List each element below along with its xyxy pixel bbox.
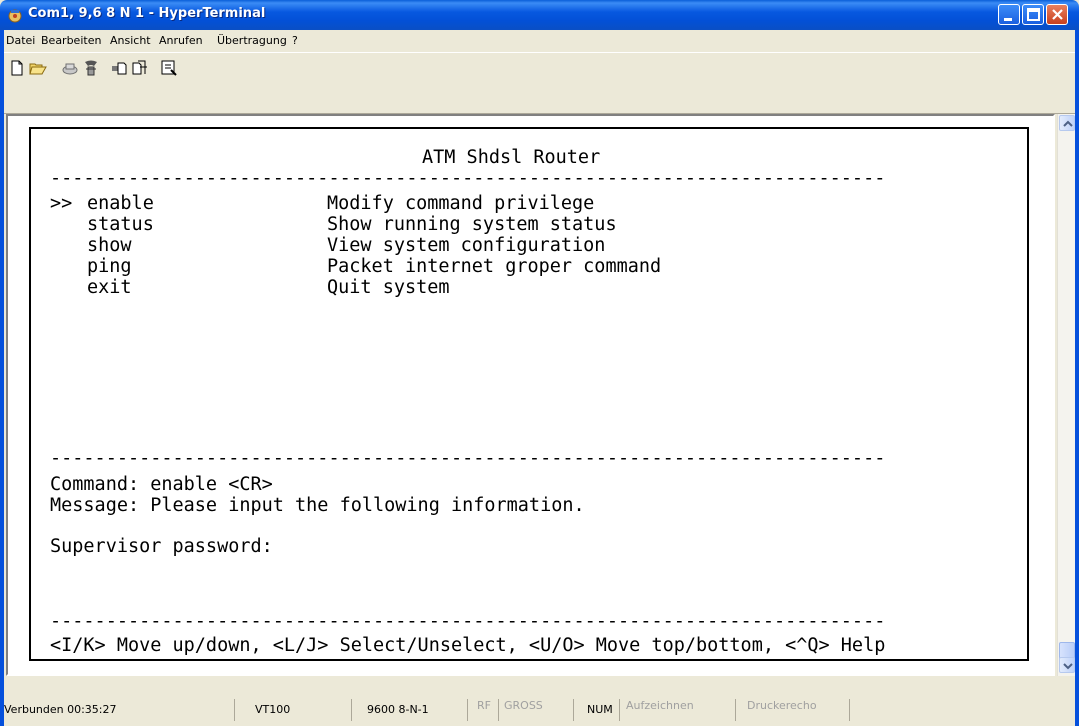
command-description: Show running system status — [327, 214, 617, 235]
window-title: Com1, 9,6 8 N 1 - HyperTerminal — [28, 6, 266, 21]
status-connected: Verbunden 00:35:27 — [4, 703, 117, 716]
password-prompt[interactable]: Supervisor password: — [50, 536, 273, 558]
new-icon[interactable] — [8, 59, 26, 77]
window-frame-left — [0, 30, 4, 726]
disconnect-icon[interactable] — [82, 59, 100, 77]
command-name[interactable]: ping — [87, 256, 132, 278]
message-line: Message: Please input the following info… — [50, 495, 585, 516]
status-bar: Verbunden 00:35:27 VT100 9600 8-N-1 RF G… — [4, 678, 1075, 726]
menu-anrufen[interactable]: Anrufen — [159, 34, 203, 47]
status-port-settings: 9600 8-N-1 — [367, 703, 429, 716]
terminal-screen[interactable]: ATM Shdsl Router -----------------------… — [29, 127, 1029, 661]
scroll-up-button[interactable] — [1059, 115, 1075, 131]
status-divider — [498, 699, 499, 721]
toolbar — [4, 52, 1075, 114]
status-divider — [619, 699, 620, 721]
separator-line: ----------------------------------------… — [50, 611, 886, 632]
maximize-button[interactable] — [1022, 4, 1044, 25]
menu-datei[interactable]: Datei — [6, 34, 35, 47]
menu-bearbeiten[interactable]: Bearbeiten — [41, 34, 101, 47]
status-divider — [573, 699, 574, 721]
menu-selector: >> — [50, 193, 73, 214]
receive-icon[interactable] — [131, 59, 149, 77]
menu-help[interactable]: ? — [292, 34, 298, 47]
maximize-icon — [1027, 8, 1040, 21]
arrow-up-icon — [1063, 120, 1073, 127]
status-num: NUM — [587, 703, 613, 716]
minimize-icon — [1004, 18, 1012, 21]
arrow-down-icon — [1063, 663, 1073, 670]
menu-uebertragung[interactable]: Übertragung — [217, 34, 287, 47]
command-name[interactable]: status — [87, 214, 154, 236]
status-divider — [849, 699, 850, 721]
close-icon — [1052, 9, 1063, 20]
terminal-window[interactable]: ATM Shdsl Router -----------------------… — [6, 114, 1055, 676]
separator-line: ----------------------------------------… — [50, 448, 886, 469]
status-gross: GROSS — [504, 699, 543, 712]
menu-ansicht[interactable]: Ansicht — [110, 34, 151, 47]
command-description: Modify command privilege — [327, 193, 595, 214]
connect-icon[interactable] — [61, 59, 79, 77]
minimize-button[interactable] — [998, 4, 1020, 25]
command-name[interactable]: enable — [87, 193, 154, 215]
status-emulation: VT100 — [255, 703, 291, 716]
close-button[interactable] — [1046, 4, 1068, 25]
window-frame-right — [1075, 30, 1079, 726]
command-line: Command: enable <CR> — [50, 474, 273, 495]
open-icon[interactable] — [29, 59, 47, 77]
properties-icon[interactable] — [160, 59, 178, 77]
command-name[interactable]: exit — [87, 277, 132, 299]
status-divider — [735, 699, 736, 721]
status-print-echo: Druckerecho — [747, 699, 817, 712]
scroll-down-button[interactable] — [1059, 657, 1075, 673]
status-divider — [467, 699, 468, 721]
send-icon[interactable] — [110, 59, 128, 77]
command-description: Packet internet groper command — [327, 256, 662, 277]
status-rf: RF — [477, 699, 491, 712]
command-description: Quit system — [327, 277, 450, 298]
status-divider — [351, 699, 352, 721]
separator-line: ----------------------------------------… — [50, 168, 886, 189]
hyperterminal-icon — [8, 9, 22, 23]
command-description: View system configuration — [327, 235, 606, 256]
title-bar[interactable]: Com1, 9,6 8 N 1 - HyperTerminal — [0, 0, 1079, 30]
vertical-scrollbar[interactable] — [1057, 114, 1075, 676]
status-record: Aufzeichnen — [626, 699, 694, 712]
terminal-header: ATM Shdsl Router — [422, 147, 601, 168]
command-name[interactable]: show — [87, 235, 132, 257]
menu-bar: Datei Bearbeiten Ansicht Anrufen Übertra… — [4, 30, 1075, 52]
help-line: <I/K> Move up/down, <L/J> Select/Unselec… — [50, 635, 886, 656]
status-divider — [234, 699, 235, 721]
